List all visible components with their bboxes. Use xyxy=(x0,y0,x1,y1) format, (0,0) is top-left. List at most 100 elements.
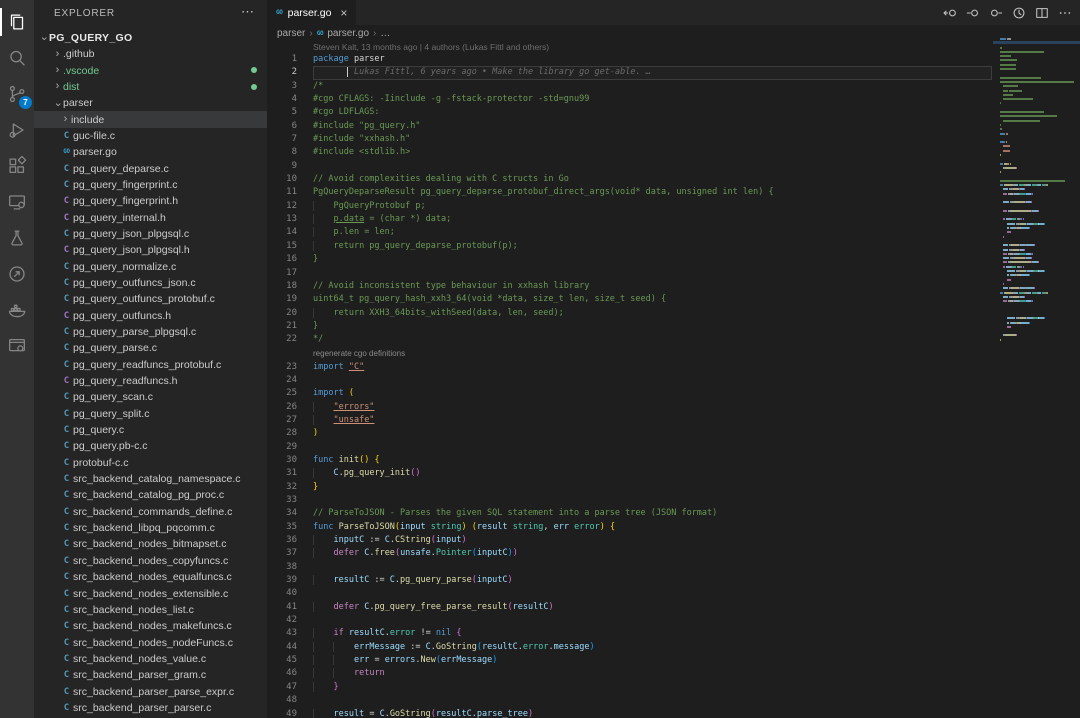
code-line-15[interactable]: 15 return pg_query_deparse_protobuf(p); xyxy=(267,240,992,253)
code-line-13[interactable]: 13 p.data = (char *) data; xyxy=(267,213,992,226)
code-line-36[interactable]: 36 inputC := C.CString(input) xyxy=(267,534,992,547)
code-line-10[interactable]: 10// Avoid complexities dealing with C s… xyxy=(267,173,992,186)
code-line-30[interactable]: 30func init() { xyxy=(267,454,992,467)
tree-file-src_backend_nodes_equalfuncs.c[interactable]: Csrc_backend_nodes_equalfuncs.c xyxy=(34,569,267,585)
tree-file-pg_query_readfuncs.h[interactable]: Cpg_query_readfuncs.h xyxy=(34,373,267,389)
tree-file-src_backend_nodes_makefuncs.c[interactable]: Csrc_backend_nodes_makefuncs.c xyxy=(34,618,267,634)
activity-gitlens-inspect[interactable] xyxy=(0,328,34,364)
activity-run-debug[interactable] xyxy=(0,112,34,148)
code-line-27[interactable]: 27 "unsafe" xyxy=(267,414,992,427)
code-line-11[interactable]: 11PgQueryDeparseResult pg_query_deparse_… xyxy=(267,186,992,199)
tree-file-parser.go[interactable]: GOparser.go xyxy=(34,144,267,160)
tree-folder-parser[interactable]: ›parser xyxy=(34,95,267,111)
code-line-17[interactable]: 17 xyxy=(267,267,992,280)
tree-file-pg_query_json_plpgsql.h[interactable]: Cpg_query_json_plpgsql.h xyxy=(34,242,267,258)
tree-file-pg_query_outfuncs_protobuf.c[interactable]: Cpg_query_outfuncs_protobuf.c xyxy=(34,291,267,307)
tree-folder-include[interactable]: ›include xyxy=(34,111,267,127)
code-line-22[interactable]: 22*/ xyxy=(267,333,992,346)
tree-file-src_backend_parser_parse_expr.c[interactable]: Csrc_backend_parser_parse_expr.c xyxy=(34,683,267,699)
split-editor-icon[interactable] xyxy=(1035,6,1049,20)
code-line-4[interactable]: 4#cgo CFLAGS: -Iinclude -g -fstack-prote… xyxy=(267,93,992,106)
tree-file-pg_query_outfuncs_json.c[interactable]: Cpg_query_outfuncs_json.c xyxy=(34,275,267,291)
code-line-5[interactable]: 5#cgo LDFLAGS: xyxy=(267,106,992,119)
gitlens-file-history-icon[interactable] xyxy=(1012,6,1026,20)
code-line-45[interactable]: 45 err = errors.New(errMessage) xyxy=(267,654,992,667)
tree-file-src_backend_catalog_pg_proc.c[interactable]: Csrc_backend_catalog_pg_proc.c xyxy=(34,487,267,503)
tree-file-src_backend_parser_gram.c[interactable]: Csrc_backend_parser_gram.c xyxy=(34,667,267,683)
code-line-7[interactable]: 7#include "xxhash.h" xyxy=(267,133,992,146)
breadcrumb-item-symbol[interactable]: … xyxy=(380,28,390,39)
tree-file-src_backend_parser_parser.c[interactable]: Csrc_backend_parser_parser.c xyxy=(34,700,267,716)
code-line-1[interactable]: 1package parser xyxy=(267,53,992,66)
tree-file-src_backend_nodes_bitmapset.c[interactable]: Csrc_backend_nodes_bitmapset.c xyxy=(34,536,267,552)
tree-file-src_backend_commands_define.c[interactable]: Csrc_backend_commands_define.c xyxy=(34,504,267,520)
code-line-21[interactable]: 21} xyxy=(267,320,992,333)
code-line-49[interactable]: 49 result = C.GoString(resultC.parse_tre… xyxy=(267,708,992,718)
tree-file-pg_query.c[interactable]: Cpg_query.c xyxy=(34,422,267,438)
tree-file-pg_query_fingerprint.c[interactable]: Cpg_query_fingerprint.c xyxy=(34,177,267,193)
tree-file-pg_query_split.c[interactable]: Cpg_query_split.c xyxy=(34,406,267,422)
tree-file-src_backend_libpq_pqcomm.c[interactable]: Csrc_backend_libpq_pqcomm.c xyxy=(34,520,267,536)
code-line-39[interactable]: 39 resultC := C.pg_query_parse(inputC) xyxy=(267,574,992,587)
activity-remote-explorer[interactable] xyxy=(0,184,34,220)
code-line-6[interactable]: 6#include "pg_query.h" xyxy=(267,120,992,133)
code-line-35[interactable]: 35func ParseToJSON(input string) (result… xyxy=(267,521,992,534)
code-line-40[interactable]: 40 xyxy=(267,587,992,600)
code-line-19[interactable]: 19uint64_t pg_query_hash_xxh3_64(void *d… xyxy=(267,293,992,306)
code-line-26[interactable]: 26 "errors" xyxy=(267,401,992,414)
tree-file-guc-file.c[interactable]: Cguc-file.c xyxy=(34,128,267,144)
tree-file-pg_query_deparse.c[interactable]: Cpg_query_deparse.c xyxy=(34,160,267,176)
tree-folder-dist[interactable]: ›dist xyxy=(34,79,267,95)
tree-folder-.vscode[interactable]: ›.vscode xyxy=(34,62,267,78)
code-line-46[interactable]: 46 return xyxy=(267,667,992,680)
tree-file-pg_query_json_plpgsql.c[interactable]: Cpg_query_json_plpgsql.c xyxy=(34,226,267,242)
code-line-29[interactable]: 29 xyxy=(267,441,992,454)
code-line-2[interactable]: 2Lukas Fittl, 6 years ago • Make the lib… xyxy=(267,66,992,79)
code-line-32[interactable]: 32} xyxy=(267,481,992,494)
activity-gitlens[interactable] xyxy=(0,256,34,292)
tab-parser-go[interactable]: GO parser.go × xyxy=(267,0,356,25)
code-line-25[interactable]: 25import ( xyxy=(267,387,992,400)
tree-file-protobuf-c.c[interactable]: Cprotobuf-c.c xyxy=(34,455,267,471)
code-line-14[interactable]: 14 p.len = len; xyxy=(267,226,992,239)
tree-file-pg_query_internal.h[interactable]: Cpg_query_internal.h xyxy=(34,209,267,225)
explorer-more-actions-icon[interactable]: ⋯ xyxy=(241,4,255,20)
tree-file-src_backend_nodes_nodeFuncs.c[interactable]: Csrc_backend_nodes_nodeFuncs.c xyxy=(34,634,267,650)
tree-file-src_backend_nodes_list.c[interactable]: Csrc_backend_nodes_list.c xyxy=(34,602,267,618)
tree-folder-.github[interactable]: ›.github xyxy=(34,46,267,62)
activity-extensions[interactable] xyxy=(0,148,34,184)
code-line-28[interactable]: 28) xyxy=(267,427,992,440)
tree-file-pg_query_parse_plpgsql.c[interactable]: Cpg_query_parse_plpgsql.c xyxy=(34,324,267,340)
code-line-31[interactable]: 31 C.pg_query_init() xyxy=(267,467,992,480)
tree-file-pg_query_outfuncs.h[interactable]: Cpg_query_outfuncs.h xyxy=(34,308,267,324)
tree-root-folder[interactable]: › PG_QUERY_GO xyxy=(34,29,267,46)
activity-docker[interactable] xyxy=(0,292,34,328)
code-line-48[interactable]: 48 xyxy=(267,694,992,707)
code-line-8[interactable]: 8#include <stdlib.h> xyxy=(267,146,992,159)
code-line-24[interactable]: 24 xyxy=(267,374,992,387)
breadcrumb-item-folder[interactable]: parser xyxy=(277,28,305,39)
tree-file-src_backend_nodes_value.c[interactable]: Csrc_backend_nodes_value.c xyxy=(34,651,267,667)
codelens-action[interactable]: regenerate cgo definitions xyxy=(313,349,405,358)
code-line-3[interactable]: 3/* xyxy=(267,80,992,93)
tree-file-pg_query_normalize.c[interactable]: Cpg_query_normalize.c xyxy=(34,258,267,274)
gitlens-open-changes-icon[interactable] xyxy=(943,6,957,20)
code-line-16[interactable]: 16} xyxy=(267,253,992,266)
minimap[interactable] xyxy=(993,37,1080,718)
activity-testing[interactable] xyxy=(0,220,34,256)
code-line-34[interactable]: 34// ParseToJSON - Parses the given SQL … xyxy=(267,507,992,520)
code-editor[interactable]: 1package parser2Lukas Fittl, 6 years ago… xyxy=(267,53,992,718)
code-line-41[interactable]: 41 defer C.pg_query_free_parse_result(re… xyxy=(267,601,992,614)
gitlens-prev-change-icon[interactable] xyxy=(966,6,980,20)
more-actions-icon[interactable] xyxy=(1058,6,1072,20)
tree-file-src_backend_nodes_copyfuncs.c[interactable]: Csrc_backend_nodes_copyfuncs.c xyxy=(34,553,267,569)
activity-source-control[interactable]: 7 xyxy=(0,76,34,112)
code-line-20[interactable]: 20 return XXH3_64bits_withSeed(data, len… xyxy=(267,307,992,320)
tree-file-pg_query.pb-c.c[interactable]: Cpg_query.pb-c.c xyxy=(34,438,267,454)
code-line-9[interactable]: 9 xyxy=(267,160,992,173)
code-line-44[interactable]: 44 errMessage := C.GoString(resultC.erro… xyxy=(267,641,992,654)
tree-file-pg_query_fingerprint.h[interactable]: Cpg_query_fingerprint.h xyxy=(34,193,267,209)
activity-search[interactable] xyxy=(0,40,34,76)
tree-file-src_backend_catalog_namespace.c[interactable]: Csrc_backend_catalog_namespace.c xyxy=(34,471,267,487)
code-line-42[interactable]: 42 xyxy=(267,614,992,627)
